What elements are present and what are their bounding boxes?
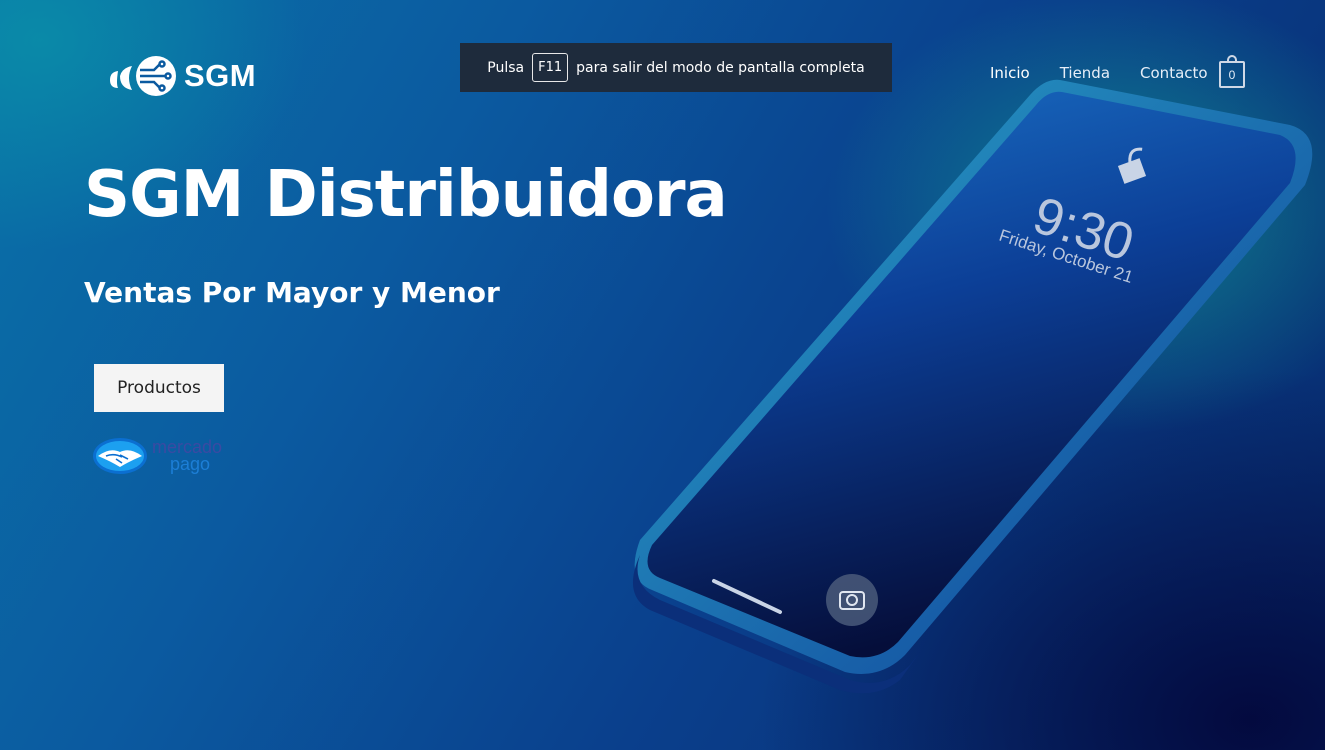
cart-icon[interactable]: 0 (1219, 55, 1245, 88)
fullscreen-prefix: Pulsa (487, 59, 525, 76)
productos-button[interactable]: Productos (94, 364, 224, 412)
mercado-pago-logo: mercado pago (92, 437, 222, 475)
cart-count: 0 (1228, 67, 1236, 82)
fullscreen-key: F11 (532, 53, 569, 82)
brand-logo[interactable]: SGM (106, 54, 256, 98)
handshake-icon (93, 438, 147, 474)
pago-text: pago (170, 454, 211, 474)
hero-subtitle: Ventas Por Mayor y Menor (84, 276, 500, 309)
nav-tienda[interactable]: Tienda (1060, 64, 1110, 82)
nav-contacto[interactable]: Contacto (1140, 64, 1208, 82)
fullscreen-notice: Pulsa F11 para salir del modo de pantall… (460, 43, 892, 92)
fullscreen-suffix: para salir del modo de pantalla completa (576, 59, 865, 76)
nav-inicio[interactable]: Inicio (990, 64, 1030, 82)
hero-title: SGM Distribuidora (84, 158, 728, 232)
main-nav: Inicio Tienda Contacto (990, 64, 1238, 82)
logo-icon (110, 56, 176, 96)
brand-name: SGM (184, 58, 257, 93)
camera-icon (826, 574, 878, 626)
